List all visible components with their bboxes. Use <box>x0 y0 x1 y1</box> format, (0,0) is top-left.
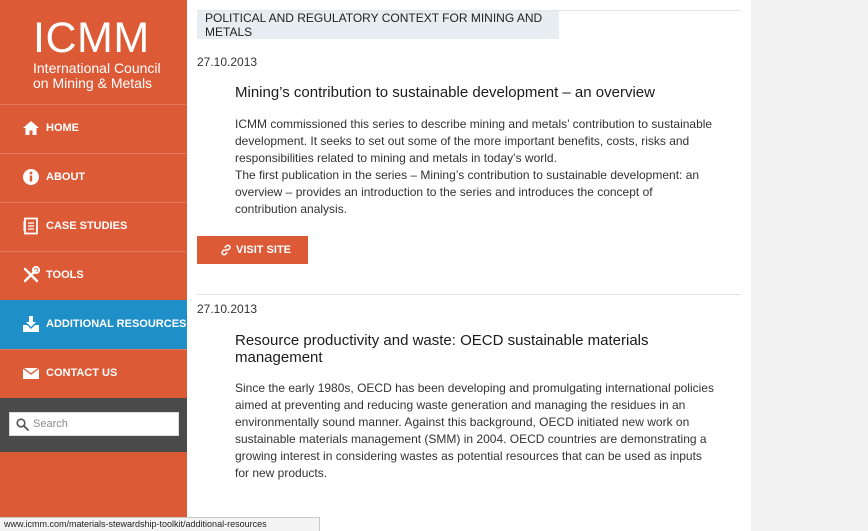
nav-label-contact-us: CONTACT US <box>46 367 118 379</box>
article-divider <box>197 294 741 295</box>
article-summary: ICMM commissioned this series to describ… <box>235 116 715 218</box>
icmm-logo[interactable]: ICMM International Council on Mining & M… <box>33 16 161 90</box>
info-icon <box>23 169 39 185</box>
search-icon <box>16 418 29 431</box>
home-icon <box>23 121 39 135</box>
browser-status-bar: www.icmm.com/materials-stewardship-toolk… <box>0 517 320 531</box>
logo-line-1: International Council <box>33 60 161 76</box>
document-icon <box>23 217 38 235</box>
article-paragraph: The first publication in the series – Mi… <box>235 168 700 216</box>
nav-item-tools[interactable]: TOOLS <box>0 251 187 300</box>
main-content: POLITICAL AND REGULATORY CONTEXT FOR MIN… <box>187 0 751 531</box>
nav-label-additional-resources: ADDITIONAL RESOURCES <box>46 318 187 330</box>
envelope-icon <box>22 367 40 379</box>
nav-item-home[interactable]: HOME <box>0 104 187 153</box>
nav-item-additional-resources[interactable]: ADDITIONAL RESOURCES <box>0 300 187 349</box>
visit-site-label: VISIT SITE <box>236 244 292 256</box>
article-paragraph: Since the early 1980s, OECD has been dev… <box>235 381 714 480</box>
search-panel <box>0 398 187 452</box>
article-paragraph: ICMM commissioned this series to describ… <box>235 117 713 165</box>
article-date: 27.10.2013 <box>197 55 258 69</box>
logo-line-2: on Mining & Metals <box>33 75 153 91</box>
nav-item-contact-us[interactable]: CONTACT US <box>0 349 187 398</box>
nav-label-home: HOME <box>46 122 79 134</box>
article-title: Mining’s contribution to sustainable dev… <box>235 84 655 101</box>
search-field <box>9 412 179 436</box>
nav-item-about[interactable]: ABOUT <box>0 153 187 202</box>
link-icon <box>221 244 231 256</box>
search-input[interactable] <box>33 413 173 435</box>
article-title: Resource productivity and waste: OECD su… <box>235 332 649 366</box>
nav-label-about: ABOUT <box>46 171 86 183</box>
download-icon <box>23 316 39 332</box>
nav-label-case-studies: CASE STUDIES <box>46 220 128 232</box>
article-summary: Since the early 1980s, OECD has been dev… <box>235 380 715 482</box>
nav-item-case-studies[interactable]: CASE STUDIES <box>0 202 187 251</box>
visit-site-button[interactable]: VISIT SITE <box>197 236 308 264</box>
article-date: 27.10.2013 <box>197 302 258 316</box>
nav-label-tools: TOOLS <box>46 269 84 281</box>
sidebar: ICMM International Council on Mining & M… <box>0 0 187 531</box>
logo-wordmark: ICMM <box>33 14 150 62</box>
tools-icon <box>23 266 40 283</box>
section-heading: POLITICAL AND REGULATORY CONTEXT FOR MIN… <box>197 11 559 39</box>
